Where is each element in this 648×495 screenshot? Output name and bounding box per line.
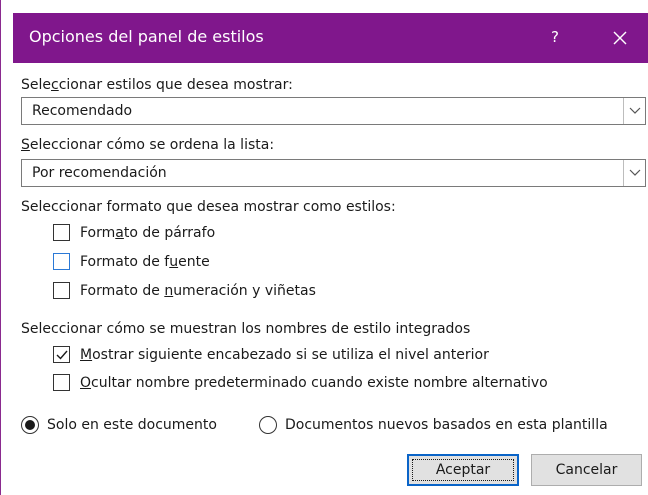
chevron-down-icon: [629, 169, 641, 176]
title-bar: Opciones del panel de estilos ?: [13, 13, 648, 63]
builtin-names-group-label: Seleccionar cómo se muestran los nombres…: [21, 321, 471, 337]
close-button[interactable]: [605, 23, 635, 53]
access-key: S: [21, 137, 30, 153]
label-part: eleccionar cómo se ordena la lista:: [29, 137, 275, 153]
sort-order-label: Seleccionar cómo se ordena la lista:: [21, 136, 274, 154]
numbering-format-label: Formato de numeración y viñetas: [80, 282, 316, 300]
styles-to-show-dropdown-button[interactable]: [623, 98, 645, 124]
font-format-checkbox[interactable]: [53, 253, 70, 270]
cancel-button-label: Cancelar: [555, 462, 618, 478]
label-part: umeración y viñetas: [173, 283, 316, 299]
close-icon: [613, 31, 627, 45]
scope-this-document-label: Solo en este documento: [47, 417, 217, 433]
sort-order-select[interactable]: Por recomendación: [21, 159, 646, 187]
hide-builtin-name-label: Ocultar nombre predeterminado cuando exi…: [80, 374, 548, 392]
access-key: u: [169, 254, 179, 270]
styles-to-show-label: Seleccionar estilos que desea mostrar:: [21, 76, 293, 94]
show-next-heading-checkbox[interactable]: [53, 346, 70, 363]
access-key: c: [51, 77, 59, 93]
dialog-title: Opciones del panel de estilos: [29, 27, 264, 46]
styles-to-show-select[interactable]: Recomendado: [21, 97, 646, 125]
font-format-label: Formato de fuente: [80, 253, 210, 271]
access-key: M: [80, 347, 93, 363]
label-part: to de párrafo: [123, 225, 216, 241]
paragraph-format-label: Formato de párrafo: [80, 224, 215, 242]
hide-builtin-name-checkbox[interactable]: [53, 374, 70, 391]
focus-rectangle: [412, 459, 514, 481]
label-part: Formato de: [80, 283, 165, 299]
radio-selected-dot: [25, 420, 35, 430]
show-next-heading-label: Mostrar siguiente encabezado si se utili…: [80, 346, 489, 364]
label-part: Form: [80, 225, 116, 241]
label-part: Sele: [21, 77, 52, 93]
chevron-down-icon: [629, 107, 641, 114]
access-key: O: [80, 375, 92, 391]
cancel-button[interactable]: Cancelar: [531, 454, 642, 486]
styles-to-show-value: Recomendado: [32, 103, 133, 119]
access-key: a: [115, 225, 124, 241]
label-part: Formato de f: [80, 254, 170, 270]
format-group-label: Seleccionar formato que desea mostrar co…: [21, 199, 396, 215]
check-icon: [56, 350, 68, 360]
label-part: ente: [178, 254, 210, 270]
scope-new-documents-radio[interactable]: [259, 416, 277, 434]
help-button[interactable]: ?: [545, 25, 565, 49]
sort-order-value: Por recomendación: [32, 165, 167, 181]
label-part: cionar estilos que desea mostrar:: [58, 77, 293, 93]
ok-button[interactable]: Aceptar: [407, 454, 519, 486]
sort-order-dropdown-button[interactable]: [623, 160, 645, 186]
numbering-format-checkbox[interactable]: [53, 282, 70, 299]
paragraph-format-checkbox[interactable]: [53, 224, 70, 241]
style-pane-options-dialog: Opciones del panel de estilos ? Seleccio…: [0, 0, 648, 495]
label-part: ostrar siguiente encabezado si se utiliz…: [92, 347, 489, 363]
scope-new-documents-label: Documentos nuevos basados en esta planti…: [285, 417, 608, 433]
access-key: n: [164, 283, 174, 299]
scope-this-document-radio[interactable]: [21, 416, 39, 434]
label-part: cultar nombre predeterminado cuando exis…: [91, 375, 548, 391]
